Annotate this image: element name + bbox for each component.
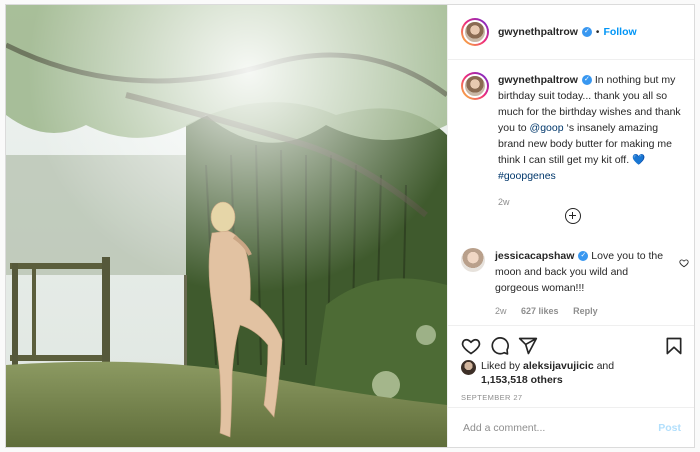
commenter-avatar[interactable] (461, 248, 485, 272)
likes-summary: Liked by aleksijavujicic and 1,153,518 o… (461, 359, 614, 387)
add-comment-bar: Post (448, 407, 694, 447)
liked-by-and: and (593, 360, 615, 372)
load-more-comments-icon[interactable] (565, 208, 581, 224)
follow-button[interactable]: Follow (603, 26, 636, 38)
post-date[interactable]: SEPTEMBER 27 (461, 393, 523, 402)
comments-list[interactable]: gwynethpaltrow ✓ In nothing but my birthd… (448, 60, 694, 325)
heart-icon[interactable] (461, 336, 481, 356)
verified-icon: ✓ (578, 251, 589, 262)
comment-time[interactable]: 2w (495, 306, 507, 316)
bookmark-icon[interactable] (664, 336, 684, 356)
likes-count[interactable]: 1,153,518 others (481, 374, 563, 386)
hashtag-link[interactable]: #goopgenes (498, 170, 556, 182)
mention-link[interactable]: @goop (530, 122, 564, 134)
caption-author[interactable]: gwynethpaltrow (498, 74, 578, 86)
post-comment-button[interactable]: Post (658, 422, 681, 434)
verified-icon: ✓ (581, 75, 592, 86)
commenter-username[interactable]: jessicacapshaw (495, 250, 574, 262)
liker-avatar[interactable] (461, 360, 476, 375)
reply-button[interactable]: Reply (573, 306, 598, 316)
liked-by-prefix: Liked by (481, 360, 524, 372)
comment-icon[interactable] (490, 336, 510, 356)
verified-icon: ✓ (581, 27, 592, 37)
post-side-panel: gwynethpaltrow ✓ • Follow gwynethpaltrow… (447, 5, 694, 447)
caption-timestamp[interactable]: 2w (498, 194, 683, 210)
liked-by-user[interactable]: aleksijavujicic (523, 360, 594, 372)
comment-likes[interactable]: 627 likes (521, 306, 559, 316)
comment-item: jessicacapshaw ✓ Love you to the moon and… (461, 248, 683, 319)
share-icon[interactable] (518, 336, 538, 356)
action-icons (461, 336, 683, 358)
author-avatar[interactable] (461, 18, 489, 46)
post-actions: Liked by aleksijavujicic and 1,153,518 o… (448, 325, 694, 447)
comment-like-heart-icon[interactable] (679, 258, 689, 268)
author-username[interactable]: gwynethpaltrow (498, 26, 578, 38)
comment-meta: 2w 627 likes Reply (495, 303, 670, 319)
post-header: gwynethpaltrow ✓ • Follow (448, 5, 694, 60)
garden-photo-illustration (6, 5, 447, 447)
post-caption: gwynethpaltrow ✓ In nothing but my birthd… (461, 72, 683, 210)
separator-dot: • (595, 26, 600, 38)
add-comment-input[interactable] (461, 420, 635, 435)
post-frame: gwynethpaltrow ✓ • Follow gwynethpaltrow… (5, 4, 695, 448)
post-photo[interactable] (6, 5, 447, 447)
caption-author-avatar[interactable] (461, 72, 489, 100)
